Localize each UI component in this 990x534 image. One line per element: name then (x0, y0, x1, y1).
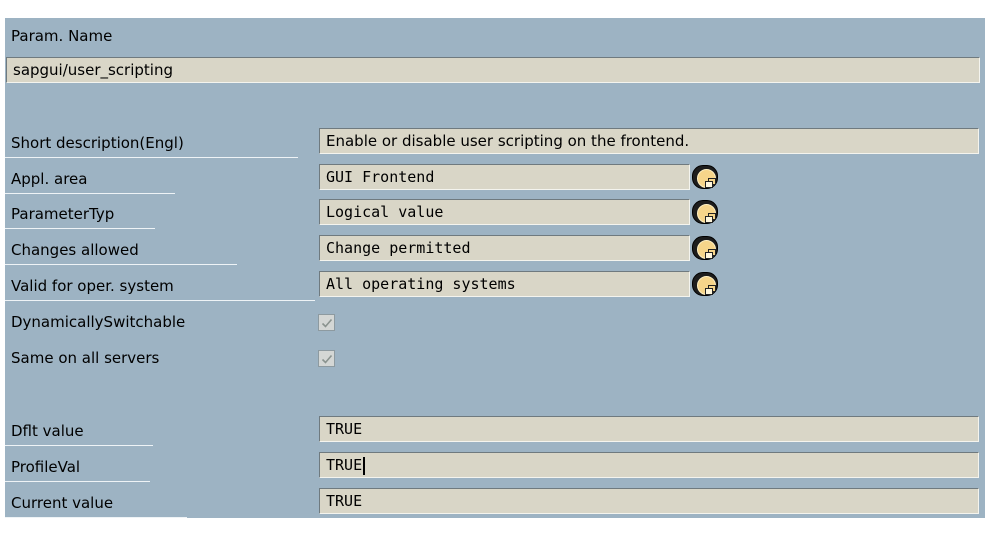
current-value-label: Current value (11, 494, 114, 512)
dynamically-switchable-checkbox[interactable] (318, 314, 335, 331)
appl-area-label: Appl. area (11, 170, 88, 188)
default-value-underline (5, 445, 153, 446)
param-name-field[interactable]: sapgui/user_scripting (6, 57, 980, 83)
appl-area-underline (5, 193, 175, 194)
short-description-field[interactable]: Enable or disable user scripting on the … (319, 128, 979, 154)
profile-value-underline (5, 481, 150, 482)
param-name-label: Param. Name (11, 27, 113, 45)
value-help-icon (697, 276, 716, 295)
dynamically-switchable-label: DynamicallySwitchable (11, 313, 186, 331)
same-on-all-servers-checkbox[interactable] (318, 350, 335, 367)
current-value-underline (5, 517, 187, 518)
appl-area-value-help-button[interactable] (692, 165, 718, 189)
profile-value-field[interactable]: TRUE (319, 452, 979, 478)
parameter-type-label: ParameterTyp (11, 205, 115, 223)
valid-os-underline (5, 300, 315, 301)
valid-os-field[interactable]: All operating systems (319, 271, 690, 297)
checkmark-icon (321, 354, 333, 364)
parameter-type-value-help-button[interactable] (692, 200, 718, 224)
short-description-label: Short description(Engl) (11, 134, 184, 152)
changes-allowed-field[interactable]: Change permitted (319, 235, 690, 261)
profile-value-text: TRUE (326, 456, 363, 474)
profile-value-label: ProfileVal (11, 458, 81, 476)
value-help-icon (697, 169, 716, 188)
parameter-type-underline (5, 228, 155, 229)
changes-allowed-value-help-button[interactable] (692, 236, 718, 260)
value-help-icon (697, 204, 716, 223)
changes-allowed-underline (5, 264, 237, 265)
default-value-field[interactable]: TRUE (319, 416, 979, 442)
default-value-label: Dflt value (11, 422, 84, 440)
parameter-panel: Param. Name sapgui/user_scripting Short … (5, 18, 985, 518)
valid-os-label: Valid for oper. system (11, 277, 174, 295)
current-value-field[interactable]: TRUE (319, 488, 979, 514)
text-cursor (363, 456, 366, 475)
short-description-underline (5, 157, 298, 158)
checkmark-icon (321, 318, 333, 328)
changes-allowed-label: Changes allowed (11, 241, 139, 259)
valid-os-value-help-button[interactable] (692, 272, 718, 296)
appl-area-field[interactable]: GUI Frontend (319, 164, 690, 190)
value-help-icon (697, 240, 716, 259)
same-on-all-servers-label: Same on all servers (11, 349, 160, 367)
parameter-type-field[interactable]: Logical value (319, 199, 690, 225)
